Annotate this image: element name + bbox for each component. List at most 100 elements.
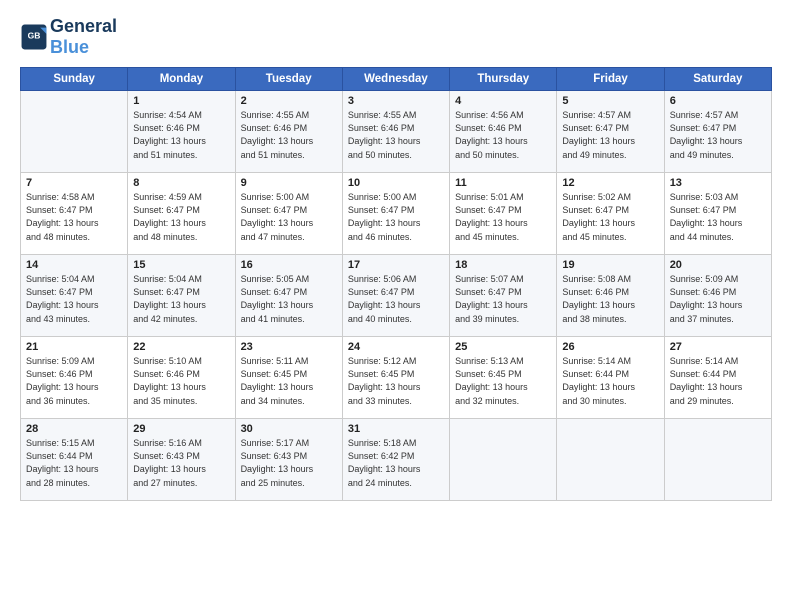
- day-info: Sunrise: 5:04 AM Sunset: 6:47 PM Dayligh…: [26, 273, 122, 325]
- day-number: 31: [348, 423, 444, 435]
- day-number: 19: [562, 259, 658, 271]
- day-cell: 2 Sunrise: 4:55 AM Sunset: 6:46 PM Daylig…: [235, 91, 342, 173]
- day-number: 16: [241, 259, 337, 271]
- day-number: 22: [133, 341, 229, 353]
- day-cell: 18 Sunrise: 5:07 AM Sunset: 6:47 PM Dayli…: [450, 255, 557, 337]
- day-number: 9: [241, 177, 337, 189]
- day-info: Sunrise: 5:12 AM Sunset: 6:45 PM Dayligh…: [348, 355, 444, 407]
- logo-blue: Blue: [50, 37, 117, 58]
- day-info: Sunrise: 4:57 AM Sunset: 6:47 PM Dayligh…: [670, 109, 766, 161]
- day-info: Sunrise: 5:04 AM Sunset: 6:47 PM Dayligh…: [133, 273, 229, 325]
- week-row-5: 28 Sunrise: 5:15 AM Sunset: 6:44 PM Dayli…: [21, 419, 772, 501]
- day-info: Sunrise: 5:01 AM Sunset: 6:47 PM Dayligh…: [455, 191, 551, 243]
- day-number: 10: [348, 177, 444, 189]
- day-cell: 22 Sunrise: 5:10 AM Sunset: 6:46 PM Dayli…: [128, 337, 235, 419]
- day-cell: 26Sunrise: 5:14 AM Sunset: 6:44 PM Dayli…: [557, 337, 664, 419]
- day-info: Sunrise: 4:56 AM Sunset: 6:46 PM Dayligh…: [455, 109, 551, 161]
- day-header-friday: Friday: [557, 68, 664, 91]
- day-info: Sunrise: 5:06 AM Sunset: 6:47 PM Dayligh…: [348, 273, 444, 325]
- day-number: 2: [241, 95, 337, 107]
- day-cell: 11 Sunrise: 5:01 AM Sunset: 6:47 PM Dayli…: [450, 173, 557, 255]
- day-cell: 19 Sunrise: 5:08 AM Sunset: 6:46 PM Dayli…: [557, 255, 664, 337]
- day-info: Sunrise: 5:10 AM Sunset: 6:46 PM Dayligh…: [133, 355, 229, 407]
- day-info: Sunrise: 5:18 AM Sunset: 6:42 PM Dayligh…: [348, 437, 444, 489]
- day-header-thursday: Thursday: [450, 68, 557, 91]
- day-number: 5: [562, 95, 658, 107]
- day-info: Sunrise: 5:09 AM Sunset: 6:46 PM Dayligh…: [26, 355, 122, 407]
- day-cell: 13Sunrise: 5:03 AM Sunset: 6:47 PM Dayli…: [664, 173, 771, 255]
- day-cell: 23 Sunrise: 5:11 AM Sunset: 6:45 PM Dayli…: [235, 337, 342, 419]
- day-number: 28: [26, 423, 122, 435]
- day-cell: 31 Sunrise: 5:18 AM Sunset: 6:42 PM Dayli…: [342, 419, 449, 501]
- calendar-page: GB General Blue SundayMondayTuesdayWedne…: [0, 0, 792, 612]
- header-row: SundayMondayTuesdayWednesdayThursdayFrid…: [21, 68, 772, 91]
- day-number: 27: [670, 341, 766, 353]
- day-number: 1: [133, 95, 229, 107]
- day-number: 20: [670, 259, 766, 271]
- day-number: 18: [455, 259, 551, 271]
- day-number: 29: [133, 423, 229, 435]
- day-cell: 12Sunrise: 5:02 AM Sunset: 6:47 PM Dayli…: [557, 173, 664, 255]
- day-cell: 7 Sunrise: 4:58 AM Sunset: 6:47 PM Daylig…: [21, 173, 128, 255]
- day-cell: 30Sunrise: 5:17 AM Sunset: 6:43 PM Dayli…: [235, 419, 342, 501]
- day-cell: 21 Sunrise: 5:09 AM Sunset: 6:46 PM Dayli…: [21, 337, 128, 419]
- day-number: 23: [241, 341, 337, 353]
- day-info: Sunrise: 4:58 AM Sunset: 6:47 PM Dayligh…: [26, 191, 122, 243]
- day-cell: 14 Sunrise: 5:04 AM Sunset: 6:47 PM Dayli…: [21, 255, 128, 337]
- day-info: Sunrise: 5:07 AM Sunset: 6:47 PM Dayligh…: [455, 273, 551, 325]
- day-number: 24: [348, 341, 444, 353]
- logo-general: General: [50, 16, 117, 37]
- day-info: Sunrise: 5:08 AM Sunset: 6:46 PM Dayligh…: [562, 273, 658, 325]
- day-info: Sunrise: 5:00 AM Sunset: 6:47 PM Dayligh…: [348, 191, 444, 243]
- day-cell: 24 Sunrise: 5:12 AM Sunset: 6:45 PM Dayli…: [342, 337, 449, 419]
- day-cell: 9 Sunrise: 5:00 AM Sunset: 6:47 PM Daylig…: [235, 173, 342, 255]
- day-cell: [664, 419, 771, 501]
- day-cell: 17 Sunrise: 5:06 AM Sunset: 6:47 PM Dayli…: [342, 255, 449, 337]
- day-cell: [557, 419, 664, 501]
- day-info: Sunrise: 5:03 AM Sunset: 6:47 PM Dayligh…: [670, 191, 766, 243]
- day-cell: 10 Sunrise: 5:00 AM Sunset: 6:47 PM Dayli…: [342, 173, 449, 255]
- week-row-3: 14 Sunrise: 5:04 AM Sunset: 6:47 PM Dayli…: [21, 255, 772, 337]
- day-info: Sunrise: 4:55 AM Sunset: 6:46 PM Dayligh…: [348, 109, 444, 161]
- day-header-monday: Monday: [128, 68, 235, 91]
- day-number: 14: [26, 259, 122, 271]
- logo: GB General Blue: [20, 16, 117, 57]
- day-cell: 6Sunrise: 4:57 AM Sunset: 6:47 PM Daylig…: [664, 91, 771, 173]
- day-info: Sunrise: 5:13 AM Sunset: 6:45 PM Dayligh…: [455, 355, 551, 407]
- day-number: 8: [133, 177, 229, 189]
- day-info: Sunrise: 5:02 AM Sunset: 6:47 PM Dayligh…: [562, 191, 658, 243]
- day-number: 4: [455, 95, 551, 107]
- day-info: Sunrise: 5:00 AM Sunset: 6:47 PM Dayligh…: [241, 191, 337, 243]
- day-cell: [21, 91, 128, 173]
- day-number: 11: [455, 177, 551, 189]
- day-info: Sunrise: 5:14 AM Sunset: 6:44 PM Dayligh…: [670, 355, 766, 407]
- day-info: Sunrise: 4:55 AM Sunset: 6:46 PM Dayligh…: [241, 109, 337, 161]
- day-cell: 5Sunrise: 4:57 AM Sunset: 6:47 PM Daylig…: [557, 91, 664, 173]
- day-info: Sunrise: 5:15 AM Sunset: 6:44 PM Dayligh…: [26, 437, 122, 489]
- day-cell: 16 Sunrise: 5:05 AM Sunset: 6:47 PM Dayli…: [235, 255, 342, 337]
- day-header-wednesday: Wednesday: [342, 68, 449, 91]
- day-number: 17: [348, 259, 444, 271]
- day-info: Sunrise: 5:09 AM Sunset: 6:46 PM Dayligh…: [670, 273, 766, 325]
- day-info: Sunrise: 5:14 AM Sunset: 6:44 PM Dayligh…: [562, 355, 658, 407]
- day-number: 15: [133, 259, 229, 271]
- day-cell: 28 Sunrise: 5:15 AM Sunset: 6:44 PM Dayli…: [21, 419, 128, 501]
- day-header-tuesday: Tuesday: [235, 68, 342, 91]
- day-number: 21: [26, 341, 122, 353]
- day-info: Sunrise: 5:16 AM Sunset: 6:43 PM Dayligh…: [133, 437, 229, 489]
- day-number: 30: [241, 423, 337, 435]
- day-header-saturday: Saturday: [664, 68, 771, 91]
- day-info: Sunrise: 5:05 AM Sunset: 6:47 PM Dayligh…: [241, 273, 337, 325]
- day-info: Sunrise: 4:59 AM Sunset: 6:47 PM Dayligh…: [133, 191, 229, 243]
- day-cell: 8 Sunrise: 4:59 AM Sunset: 6:47 PM Daylig…: [128, 173, 235, 255]
- day-number: 25: [455, 341, 551, 353]
- day-number: 3: [348, 95, 444, 107]
- day-cell: 20 Sunrise: 5:09 AM Sunset: 6:46 PM Dayli…: [664, 255, 771, 337]
- day-number: 7: [26, 177, 122, 189]
- logo-icon: GB: [20, 23, 48, 51]
- week-row-1: 1Sunrise: 4:54 AM Sunset: 6:46 PM Daylig…: [21, 91, 772, 173]
- day-cell: 29 Sunrise: 5:16 AM Sunset: 6:43 PM Dayli…: [128, 419, 235, 501]
- day-cell: [450, 419, 557, 501]
- header: GB General Blue: [20, 16, 772, 57]
- day-info: Sunrise: 5:11 AM Sunset: 6:45 PM Dayligh…: [241, 355, 337, 407]
